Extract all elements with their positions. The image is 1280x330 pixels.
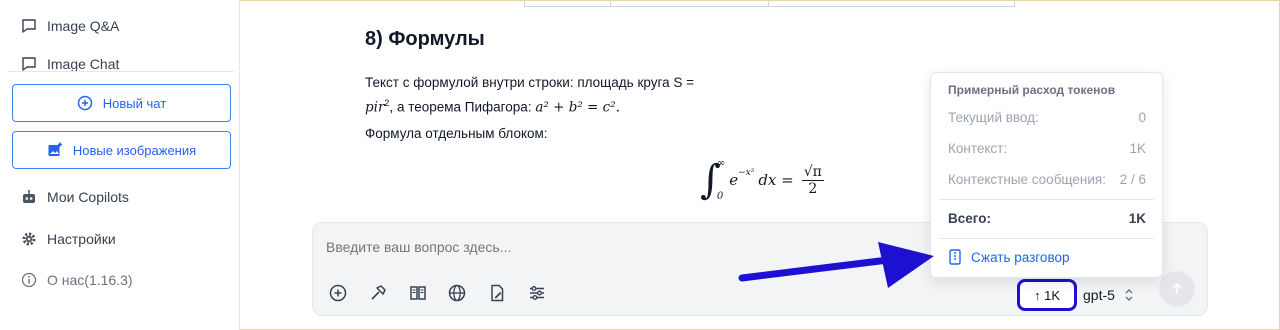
new-images-button[interactable]: Новые изображения bbox=[12, 131, 231, 169]
compress-icon bbox=[948, 249, 962, 265]
row-value: 0 bbox=[1138, 110, 1146, 125]
token-usage-label: ↑ 1K bbox=[1033, 287, 1060, 303]
info-icon bbox=[20, 271, 38, 289]
row-value: 2 / 6 bbox=[1119, 172, 1146, 187]
annotation-arrow bbox=[738, 242, 934, 288]
popover-row-context-messages: Контекстные сообщения: 2 / 6 bbox=[948, 172, 1146, 187]
popover-divider bbox=[939, 238, 1154, 239]
robot-icon bbox=[20, 188, 38, 206]
sliders-icon[interactable] bbox=[527, 283, 547, 303]
popover-row-current-input: Текущий ввод: 0 bbox=[948, 110, 1146, 125]
compress-conversation-button[interactable]: Сжать разговор bbox=[948, 249, 1069, 265]
plus-circle-icon bbox=[77, 95, 93, 111]
inline-formula-paragraph: Текст с формулой внутри строки: площадь … bbox=[365, 75, 694, 116]
inline-text-2: , а теорема Пифагора: bbox=[389, 99, 532, 115]
popover-title: Примерный расход токенов bbox=[948, 83, 1116, 97]
popover-row-total: Всего: 1K bbox=[948, 211, 1146, 226]
model-label: gpt-5 bbox=[1083, 287, 1115, 303]
new-images-label: Новые изображения bbox=[72, 142, 197, 158]
sidebar: Image Q&A Image Chat Новый чат Новые изо… bbox=[0, 0, 240, 330]
globe-icon[interactable] bbox=[447, 283, 467, 303]
compress-label: Сжать разговор bbox=[971, 249, 1070, 265]
sidebar-item-label: Image Chat bbox=[47, 56, 120, 72]
hammer-icon[interactable] bbox=[368, 283, 388, 303]
inline-math-circle: pir bbox=[365, 99, 385, 116]
model-select[interactable]: gpt-5 bbox=[1083, 287, 1134, 303]
gear-icon bbox=[20, 230, 38, 248]
inline-text-1: Текст с формулой внутри строки: площадь … bbox=[365, 75, 694, 90]
sidebar-item-label: Мои Copilots bbox=[47, 189, 129, 205]
chat-bubble-icon bbox=[20, 17, 38, 35]
inline-math-pythagoras: a² + b² = c². bbox=[535, 99, 620, 116]
block-intro-text: Формула отдельным блоком: bbox=[365, 126, 548, 141]
new-chat-label: Новый чат bbox=[102, 95, 167, 111]
add-circle-icon[interactable] bbox=[328, 283, 348, 303]
sidebar-divider bbox=[8, 71, 234, 72]
total-value: 1K bbox=[1128, 211, 1146, 226]
row-label: Контекст: bbox=[948, 141, 1008, 156]
block-formula: ∫ ∞ 0 e −x² dx = √π 2 bbox=[700, 157, 824, 203]
send-button[interactable] bbox=[1159, 271, 1195, 307]
popover-row-context: Контекст: 1K bbox=[948, 141, 1146, 156]
sidebar-item-settings[interactable]: Настройки bbox=[20, 230, 116, 248]
popover-divider bbox=[939, 199, 1154, 200]
token-usage-popover: Примерный расход токенов Текущий ввод: 0… bbox=[930, 72, 1163, 278]
sidebar-item-label: Настройки bbox=[47, 231, 116, 247]
document-edit-icon[interactable] bbox=[487, 283, 507, 303]
arrow-up-icon bbox=[1170, 282, 1184, 296]
sidebar-item-about[interactable]: О нас(1.16.3) bbox=[20, 271, 133, 289]
sidebar-item-label: Image Q&A bbox=[47, 18, 120, 34]
sidebar-item-image-qa[interactable]: Image Q&A bbox=[20, 17, 119, 35]
row-label: Текущий ввод: bbox=[948, 110, 1039, 125]
row-value: 1K bbox=[1129, 141, 1146, 156]
section-title: 8) Формулы bbox=[365, 28, 485, 50]
sidebar-item-label: О нас(1.16.3) bbox=[47, 272, 133, 288]
chevron-up-down-icon bbox=[1124, 288, 1134, 302]
token-usage-button[interactable]: ↑ 1K bbox=[1017, 279, 1077, 311]
total-label: Всего: bbox=[948, 211, 991, 226]
image-plus-icon bbox=[47, 142, 63, 158]
table-fragment bbox=[524, 0, 1015, 7]
sidebar-item-my-copilots[interactable]: Мои Copilots bbox=[20, 188, 129, 206]
new-chat-button[interactable]: Новый чат bbox=[12, 84, 231, 122]
row-label: Контекстные сообщения: bbox=[948, 172, 1106, 187]
book-icon[interactable] bbox=[408, 283, 428, 303]
